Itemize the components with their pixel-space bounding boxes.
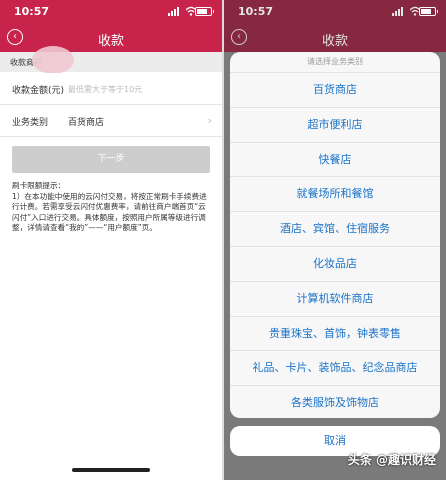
status-icons — [168, 6, 214, 16]
status-bar: 10:57 — [224, 0, 446, 22]
option-software-store[interactable]: 计算机软件商店 — [230, 282, 440, 317]
option-hotel[interactable]: 酒店、宾馆、住宿服务 — [230, 212, 440, 247]
payment-screen: 10:57 ‹ 收款 收款商户 收款金额(元) 最低需大于等于10元 业务类别 … — [0, 0, 222, 480]
category-value: 百货商店 — [68, 118, 105, 128]
option-clothing[interactable]: 各类服饰及饰物店 — [230, 386, 440, 418]
header-bar: 10:57 ‹ 收款 — [224, 0, 446, 52]
category-picker-screen: 10:57 ‹ 收款 请选择业务类别 百货商店 超市便利店 快餐店 就餐场所和餐… — [224, 0, 446, 480]
category-row[interactable]: 业务类别 百货商店 › — [0, 105, 222, 137]
status-time: 10:57 — [14, 5, 50, 18]
tips-heading: 刷卡限额提示： — [12, 181, 66, 190]
category-label: 业务类别 — [12, 118, 49, 128]
amount-field[interactable]: 收款金额(元) 最低需大于等于10元 — [0, 73, 222, 105]
status-time: 10:57 — [238, 5, 274, 18]
merchant-row: 收款商户 — [0, 46, 222, 74]
option-cosmetics[interactable]: 化妆品店 — [230, 247, 440, 282]
status-bar: 10:57 — [0, 0, 222, 22]
home-indicator — [72, 468, 150, 472]
option-department-store[interactable]: 百货商店 — [230, 73, 440, 108]
category-action-sheet: 请选择业务类别 百货商店 超市便利店 快餐店 就餐场所和餐馆 酒店、宾馆、住宿服… — [230, 52, 440, 418]
amount-label: 收款金额(元) — [12, 86, 65, 96]
option-restaurant[interactable]: 就餐场所和餐馆 — [230, 177, 440, 213]
header-bar: 10:57 ‹ 收款 — [0, 0, 222, 52]
sheet-title: 请选择业务类别 — [230, 52, 440, 73]
next-button[interactable]: 下一步 — [12, 146, 210, 173]
option-supermarket[interactable]: 超市便利店 — [230, 108, 440, 143]
card-limit-tips: 刷卡限额提示： 1）在本功能中使用的云闪付交易，将按正常刷卡手续费进行计费。若需… — [12, 181, 212, 234]
battery-icon — [195, 7, 214, 16]
option-fast-food[interactable]: 快餐店 — [230, 143, 440, 178]
page-title: 收款 — [321, 34, 348, 49]
battery-icon — [419, 7, 438, 16]
status-icons — [392, 6, 438, 16]
chevron-right-icon: › — [207, 114, 212, 127]
tips-body: 1）在本功能中使用的云闪付交易，将按正常刷卡手续费进行计费。若需享受云闪付优惠费… — [12, 191, 207, 233]
option-jewelry[interactable]: 贵重珠宝、首饰，钟表零售 — [230, 317, 440, 352]
watermark: 头条 @趣识财经 — [347, 453, 436, 467]
touch-highlight — [32, 46, 74, 74]
page-title: 收款 — [97, 34, 124, 49]
amount-input[interactable]: 最低需大于等于10元 — [68, 84, 142, 95]
option-gift-shop[interactable]: 礼品、卡片、装饰品、纪念品商店 — [230, 351, 440, 387]
